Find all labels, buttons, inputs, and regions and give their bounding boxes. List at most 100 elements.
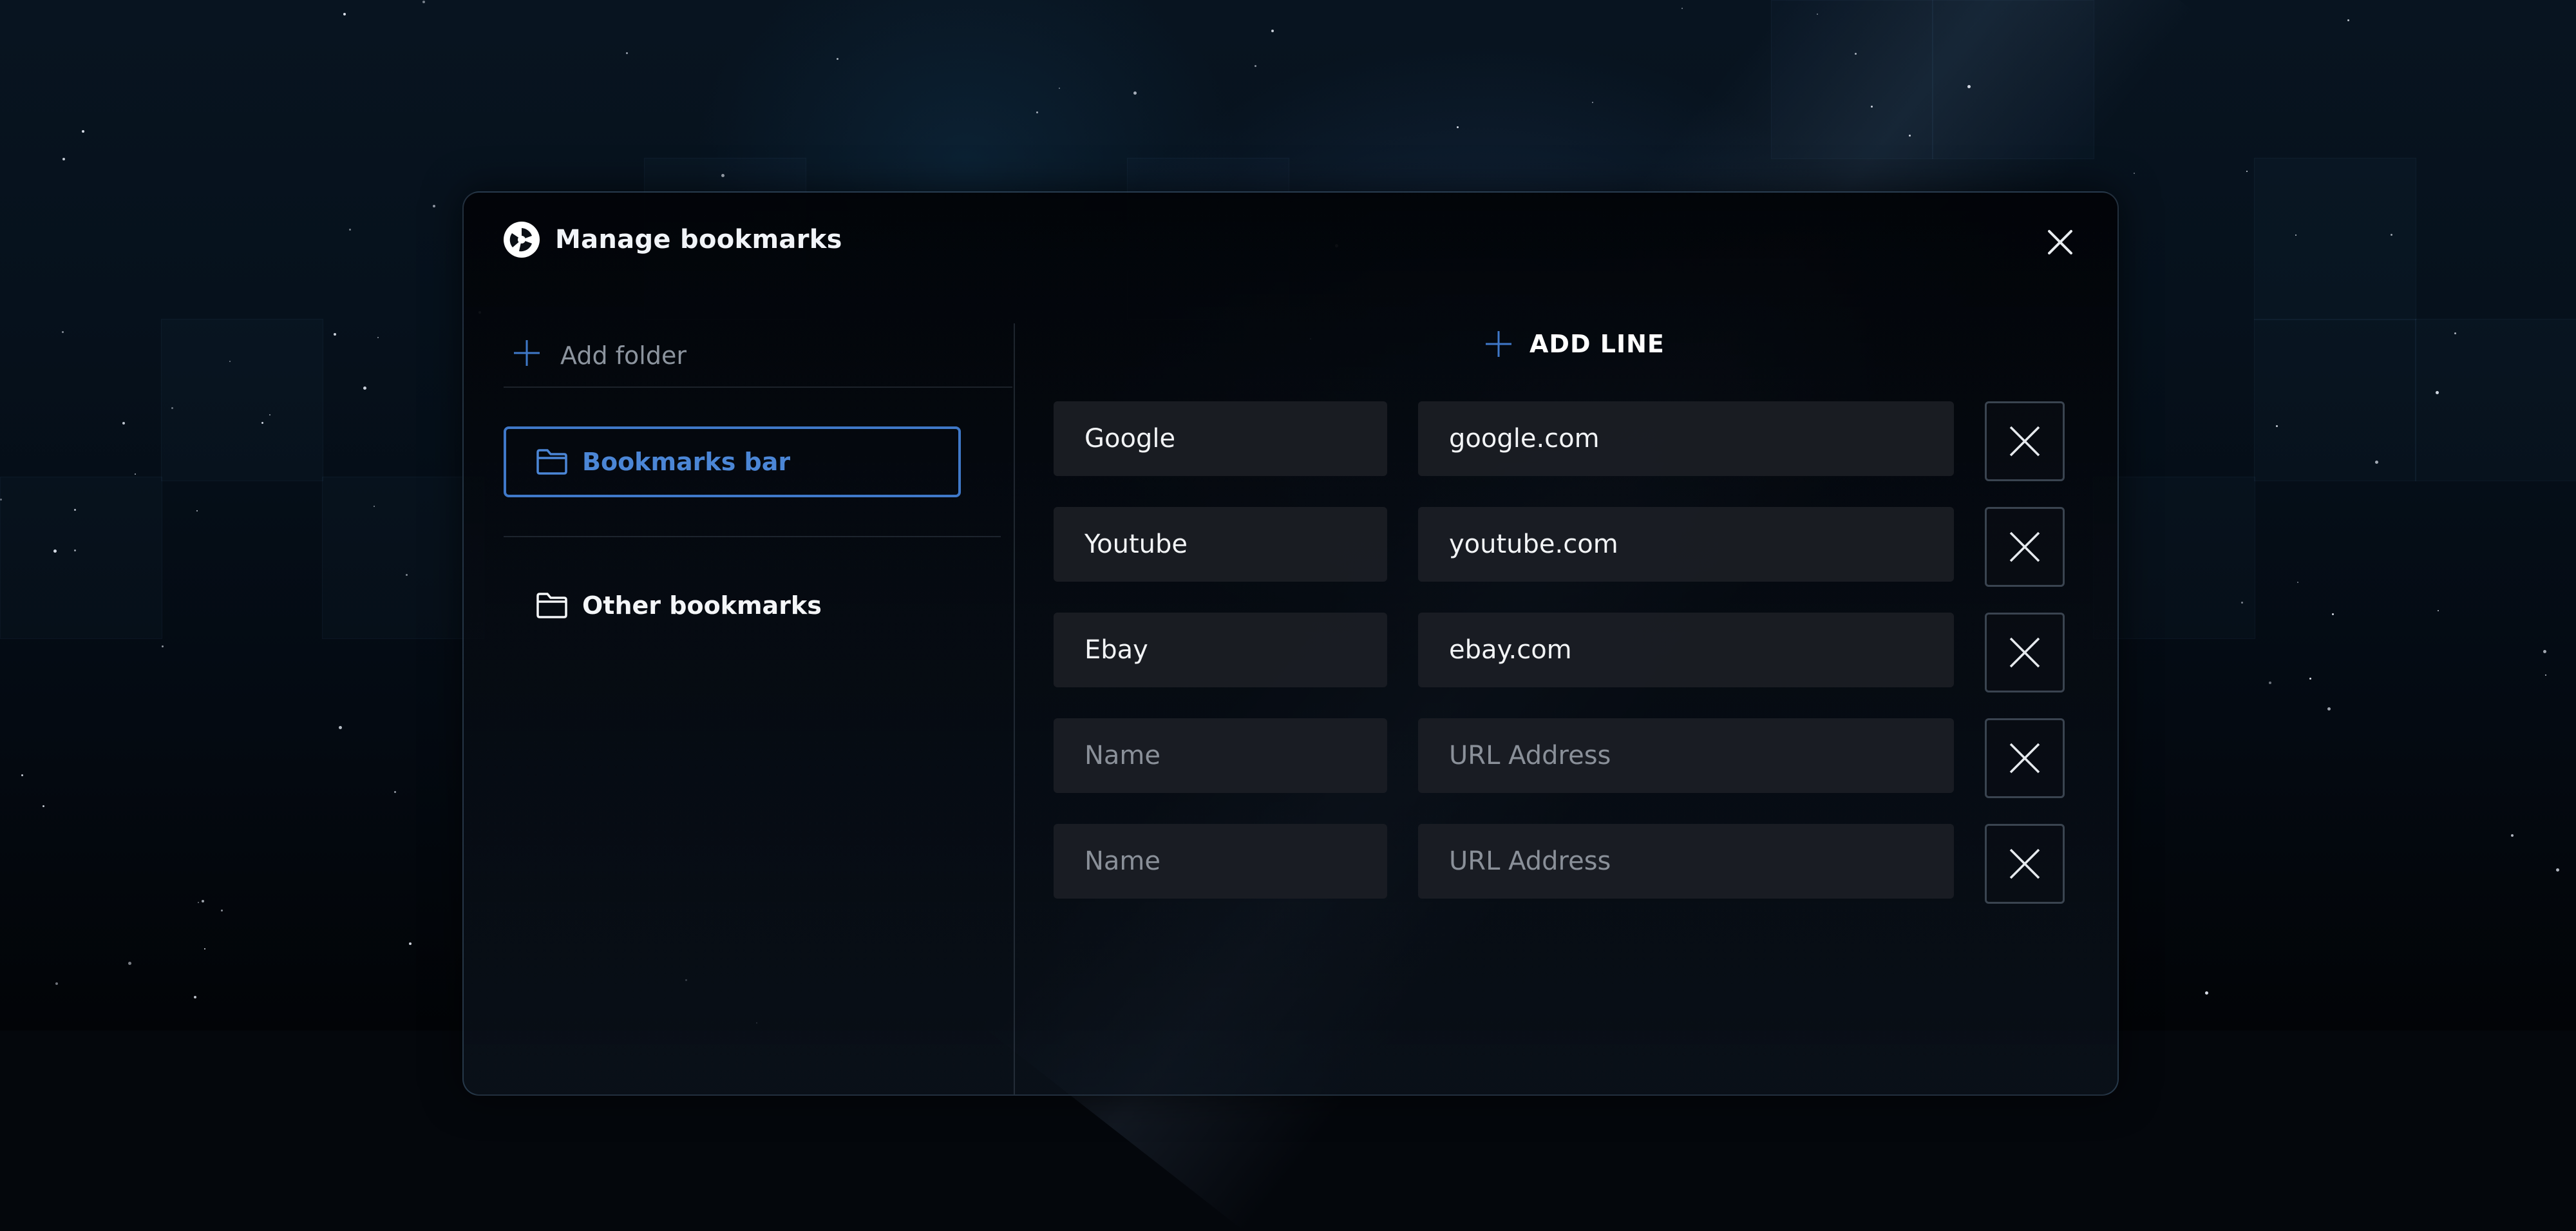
star [343,13,346,15]
star [162,645,164,647]
star [2269,682,2271,684]
folder-icon [536,592,568,619]
star [374,506,375,507]
star [53,549,57,553]
star [2436,391,2439,394]
star [2246,171,2248,172]
folder-item-label: Bookmarks bar [582,448,791,476]
star [1271,30,1274,32]
bookmark-url-input[interactable] [1418,507,1954,582]
star [1817,14,1818,15]
star [339,726,342,729]
star [2297,582,2298,583]
star [202,900,204,902]
star [2391,234,2392,236]
star [74,549,76,551]
star [2545,674,2546,676]
delete-row-button[interactable] [1985,824,2065,904]
close-icon [2009,743,2040,774]
star [1255,65,1256,67]
star [2454,332,2456,334]
star [229,361,231,362]
add-line-button[interactable]: ADD LINE [1484,325,1665,363]
star [204,948,205,949]
star [194,996,196,998]
add-line-label: ADD LINE [1530,330,1665,358]
folder-item-bookmarks-bar[interactable]: Bookmarks bar [504,426,961,497]
bookmark-url-input[interactable] [1418,613,1954,687]
star [269,414,270,415]
manage-bookmarks-dialog: Manage bookmarks Add folder Bookmarks ba… [462,191,2119,1096]
close-button[interactable] [2044,226,2076,258]
star [2556,868,2559,872]
star [334,333,336,336]
bookmark-row [1054,613,2065,692]
star [2438,610,2439,611]
bookmark-name-input[interactable] [1054,718,1387,793]
star [2347,19,2349,21]
dialog-title: Manage bookmarks [555,225,842,254]
grid-tile [2254,158,2416,320]
star [55,982,58,985]
star [1133,91,1137,95]
star [837,58,838,60]
star [62,158,65,160]
grid-tile [2254,319,2416,481]
star [2332,613,2334,615]
grid-tile [1932,0,2094,159]
grid-tile [161,319,323,481]
bookmark-url-input[interactable] [1418,824,1954,899]
star [1457,126,1459,128]
folder-icon [536,448,568,475]
bookmark-url-input[interactable] [1418,401,1954,476]
add-folder-label: Add folder [560,341,687,370]
star [122,422,125,425]
star [2134,173,2135,174]
divider [504,386,1012,388]
star [409,942,412,945]
star [1871,106,1873,108]
plus-icon [513,339,541,373]
star [721,174,724,177]
folder-panel: Add folder Bookmarks bar Other bookmarks [504,325,1012,620]
star [128,962,131,965]
star [2276,425,2278,427]
star [349,229,351,231]
bookmark-name-input[interactable] [1054,401,1387,476]
panel-separator [1014,323,1015,1094]
delete-row-button[interactable] [1985,613,2065,692]
folder-item-other-bookmarks[interactable]: Other bookmarks [504,591,1012,620]
star [0,499,2,501]
bookmark-url-input[interactable] [1418,718,1954,793]
star [261,422,263,424]
star [1909,135,1911,137]
star [171,407,173,409]
star [2205,991,2208,995]
divider [504,536,1001,537]
folder-item-label: Other bookmarks [582,591,822,620]
bookmark-name-input[interactable] [1054,824,1387,899]
star [1036,111,1038,113]
star [2327,707,2331,711]
bookmark-name-input[interactable] [1054,613,1387,687]
bookmark-row [1054,824,2065,904]
bookmark-name-input[interactable] [1054,507,1387,582]
star [1855,53,1857,55]
star [1059,88,1060,89]
star [74,509,76,511]
dialog-header: Manage bookmarks [504,220,842,260]
bookmark-row [1054,401,2065,481]
star [198,902,199,903]
star [377,337,379,338]
star [21,774,23,776]
star [196,510,198,511]
grid-tile [0,477,162,639]
star [626,52,628,54]
delete-row-button[interactable] [1985,507,2065,587]
add-folder-button[interactable]: Add folder [504,325,1012,386]
delete-row-button[interactable] [1985,718,2065,798]
delete-row-button[interactable] [1985,401,2065,481]
grid-tile [322,477,484,639]
star [363,386,366,390]
star [1967,85,1971,88]
